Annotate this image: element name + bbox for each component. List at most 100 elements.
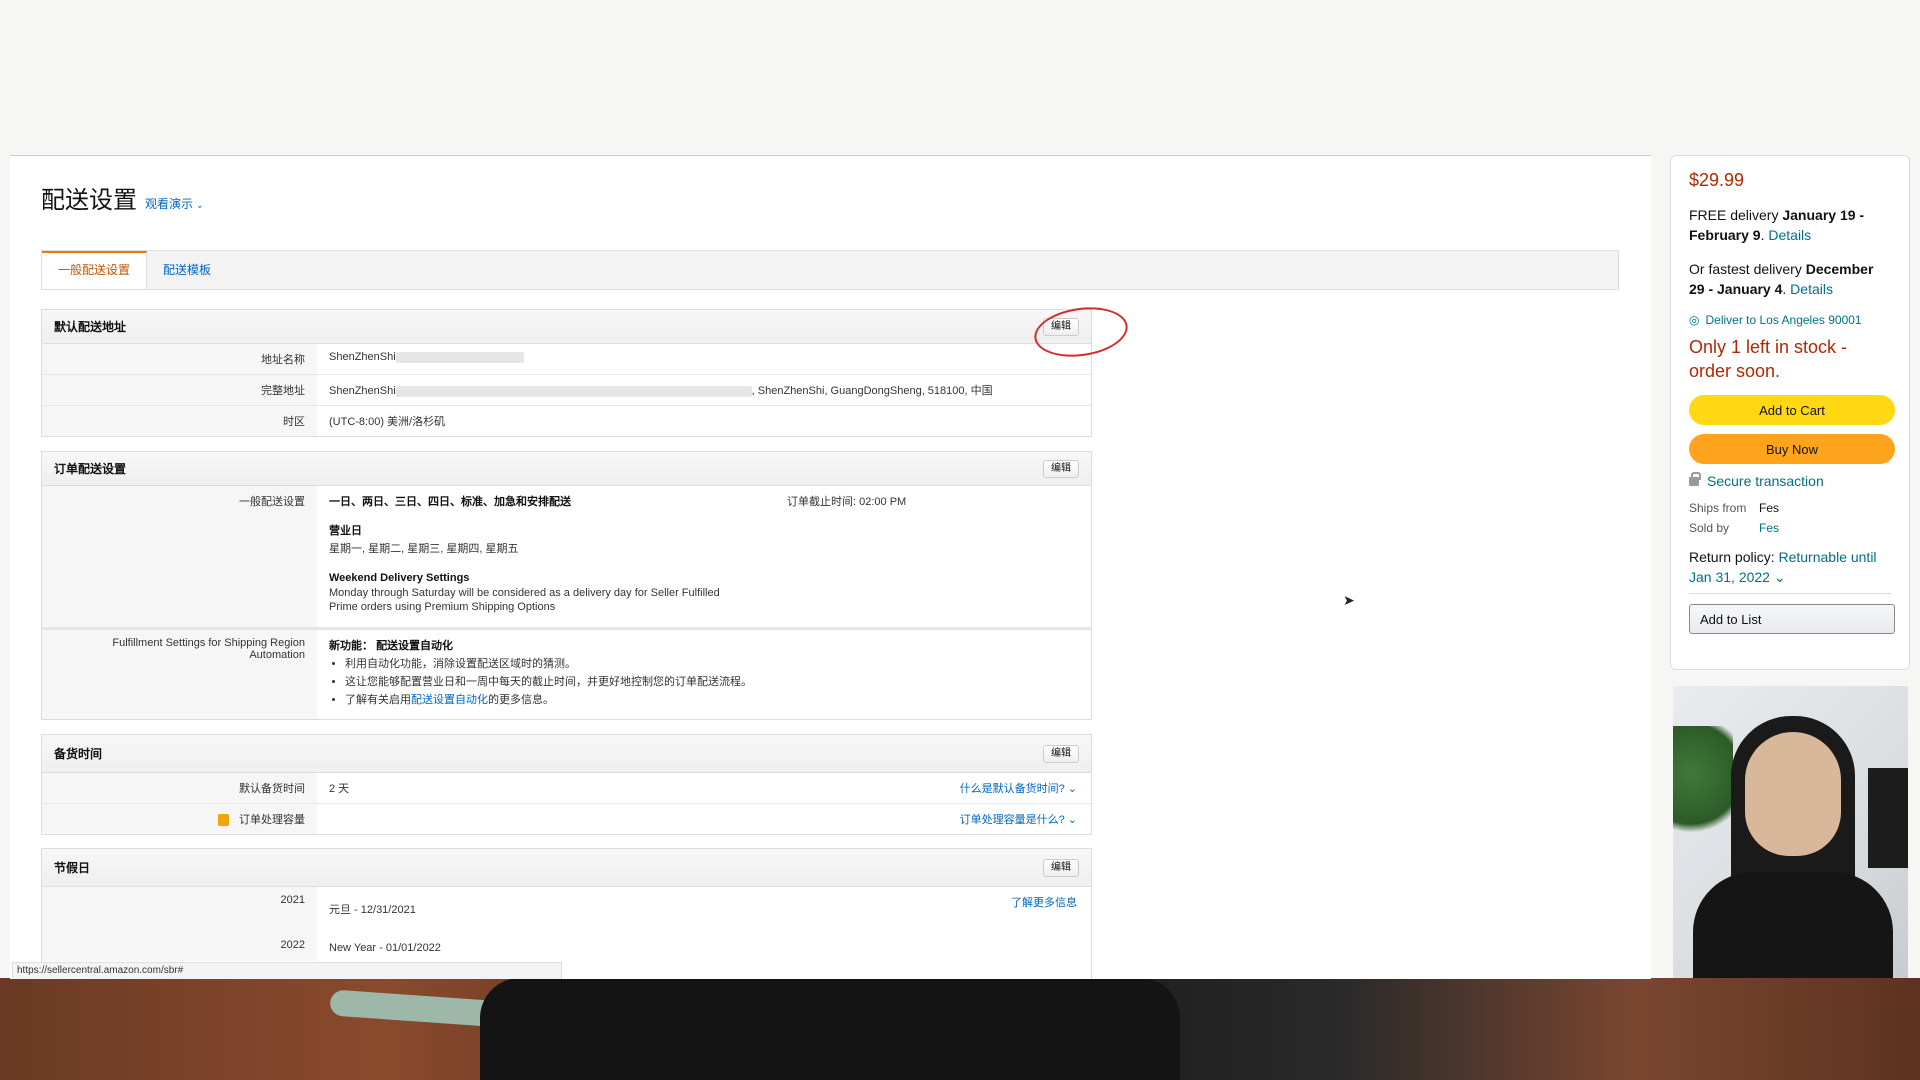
section-header: 备货时间 编辑 (42, 735, 1091, 773)
row-value: (UTC-8:00) 美洲/洛杉矶 (329, 416, 446, 428)
chevron-down-icon: ⌄ (196, 200, 204, 210)
row-label: 订单处理容量 (42, 804, 317, 834)
edit-handling-time-button[interactable]: 编辑 (1043, 745, 1079, 763)
section-title: 节假日 (54, 861, 91, 875)
edit-holidays-button[interactable]: 编辑 (1043, 859, 1079, 877)
presenter-face (1745, 732, 1841, 856)
webcam-overlay (1673, 686, 1908, 978)
plant (1673, 726, 1733, 846)
list-item: 了解有关启用配送设置自动化的更多信息。 (345, 691, 1079, 707)
shipping-types: 一日、两日、三日、四日、标准、加急和安排配送 (329, 496, 571, 508)
delivery-details-link[interactable]: Details (1768, 227, 1811, 243)
row-label: 默认备货时间 (42, 773, 317, 803)
chevron-down-icon: ⌄ (1067, 783, 1077, 795)
feature-list: 利用自动化功能，消除设置配送区域时的猜测。 这让您能够配置营业日和一周中每天的截… (329, 655, 1079, 707)
background-monitor (1868, 768, 1908, 868)
status-bar-url: https://sellercentral.amazon.com/sbr# (12, 962, 562, 979)
holidays-section: 节假日 编辑 2021 元旦 - 12/31/2021 了解更多信息 2022 N… (41, 848, 1092, 979)
row-label: 一般配送设置 (42, 486, 317, 627)
presenter-shirt (480, 978, 1180, 1080)
table-row: 2022 New Year - 01/01/2022 (42, 932, 1091, 961)
weekend-title: Weekend Delivery Settings (329, 572, 470, 584)
tab-shipping-templates[interactable]: 配送模板 (147, 251, 227, 289)
presenter-torso (1693, 872, 1893, 978)
table-row: 地址名称 ShenZhenShi (42, 344, 1091, 375)
section-title: 备货时间 (54, 747, 103, 761)
table-row: 完整地址 ShenZhenShi, ShenZhenShi, GuangDong… (42, 375, 1091, 406)
row-label: 2022 (42, 932, 317, 961)
row-label: 完整地址 (42, 375, 317, 405)
section-title: 订单配送设置 (54, 462, 127, 476)
lock-icon (1689, 471, 1701, 486)
edit-order-shipping-button[interactable]: 编辑 (1043, 460, 1079, 478)
table-row: 一般配送设置 一日、两日、三日、四日、标准、加急和安排配送 订单截止时间: 02… (42, 486, 1091, 628)
redacted-text (395, 351, 524, 363)
handling-time-help-link[interactable]: 什么是默认备货时间? ⌄ (960, 780, 1077, 796)
section-header: 默认配送地址 编辑 (42, 310, 1091, 344)
order-shipping-section: 订单配送设置 编辑 一般配送设置 一日、两日、三日、四日、标准、加急和安排配送 … (41, 451, 1092, 720)
row-label: 时区 (42, 406, 317, 436)
list-item: 利用自动化功能，消除设置配送区域时的猜测。 (345, 655, 1079, 671)
add-to-cart-button[interactable]: Add to Cart (1689, 395, 1895, 425)
stock-status: Only 1 left in stock - order soon. (1689, 337, 1848, 381)
deliver-to-link[interactable]: ◎ Deliver to Los Angeles 90001 (1689, 313, 1891, 327)
default-address-section: 默认配送地址 编辑 地址名称 ShenZhenShi 完整地址 ShenZhen… (41, 309, 1092, 437)
handling-time-section: 备货时间 编辑 默认备货时间 2 天什么是默认备货时间? ⌄ 订单处理容量 订单… (41, 734, 1092, 835)
business-days: 星期一, 星期二, 星期三, 星期四, 星期五 (329, 543, 519, 555)
section-header: 节假日 编辑 (42, 849, 1091, 887)
row-label: 地址名称 (42, 344, 317, 374)
row-value: ShenZhenShi (317, 344, 1091, 374)
holidays-learn-more-link[interactable]: 了解更多信息 (1011, 894, 1077, 910)
free-delivery-info: FREE delivery January 19 - February 9. D… (1689, 207, 1865, 243)
seller-central-page: 配送设置 观看演示 ⌄ 一般配送设置 配送模板 默认配送地址 编辑 地址名称 Sh… (10, 155, 1651, 979)
row-value: New Year - 01/01/2022 (329, 942, 441, 954)
fastest-details-link[interactable]: Details (1790, 281, 1833, 297)
buy-now-button[interactable]: Buy Now (1689, 434, 1895, 464)
ships-from-label: Ships from (1689, 501, 1747, 515)
secure-transaction-link[interactable]: Secure transaction (1689, 471, 1891, 489)
weekend-text: Prime orders using Premium Shipping Opti… (329, 601, 556, 613)
chevron-down-icon: ⌄ (1067, 814, 1077, 826)
row-value: 一日、两日、三日、四日、标准、加急和安排配送 订单截止时间: 02:00 PM … (317, 486, 1091, 627)
row-label: Fulfillment Settings for Shipping Region… (42, 630, 317, 719)
section-title: 默认配送地址 (54, 320, 127, 334)
row-value: 订单处理容量是什么? ⌄ (317, 804, 1091, 834)
order-capacity-help-link[interactable]: 订单处理容量是什么? ⌄ (960, 811, 1077, 827)
seller-info: Ships from Fes Sold by Fes (1689, 501, 1891, 535)
add-to-list-button[interactable]: Add to List (1689, 604, 1895, 634)
business-days-title: 营业日 (329, 525, 362, 537)
table-row: Fulfillment Settings for Shipping Region… (42, 628, 1091, 719)
new-feature-title: 新功能： 配送设置自动化 (329, 640, 454, 652)
return-policy: Return policy: Returnable until Jan 31, … (1689, 547, 1891, 594)
product-price: $29.99 (1689, 170, 1745, 190)
settings-tabs: 一般配送设置 配送模板 (41, 250, 1619, 290)
row-value: 新功能： 配送设置自动化 利用自动化功能，消除设置配送区域时的猜测。 这让您能够… (317, 630, 1091, 719)
sold-by-link[interactable]: Fes (1759, 521, 1891, 535)
table-row: 默认备货时间 2 天什么是默认备货时间? ⌄ (42, 773, 1091, 804)
fastest-delivery-info: Or fastest delivery December 29 - Januar… (1689, 261, 1874, 297)
location-pin-icon: ◎ (1689, 313, 1700, 327)
cutoff-time: 订单截止时间: 02:00 PM (787, 496, 907, 508)
page-title: 配送设置 (41, 187, 137, 214)
ships-from-value: Fes (1759, 501, 1780, 515)
watch-demo-link[interactable]: 观看演示 ⌄ (145, 195, 204, 212)
table-row: 时区 (UTC-8:00) 美洲/洛杉矶 (42, 406, 1091, 436)
amazon-buy-box: $29.99 FREE delivery January 19 - Februa… (1670, 155, 1910, 670)
new-badge-icon (218, 814, 229, 827)
table-row: 订单处理容量 订单处理容量是什么? ⌄ (42, 804, 1091, 834)
row-value: 元旦 - 12/31/2021 了解更多信息 (317, 887, 1091, 932)
mouse-cursor-icon: ➤ (1343, 592, 1355, 608)
tab-general-shipping[interactable]: 一般配送设置 (42, 251, 148, 289)
row-value: 2 天什么是默认备货时间? ⌄ (317, 773, 1091, 803)
redacted-text (395, 385, 752, 397)
sold-by-label: Sold by (1689, 521, 1730, 535)
table-row: 2021 元旦 - 12/31/2021 了解更多信息 (42, 887, 1091, 932)
section-header: 订单配送设置 编辑 (42, 452, 1091, 486)
weekend-text: Monday through Saturday will be consider… (329, 587, 720, 599)
chevron-down-icon: ⌄ (1773, 569, 1786, 585)
page-header: 配送设置 观看演示 ⌄ (41, 180, 204, 215)
desk-background (0, 978, 1920, 1080)
automation-link[interactable]: 配送设置自动化 (411, 694, 488, 706)
row-value: ShenZhenShi, ShenZhenShi, GuangDongSheng… (329, 385, 993, 397)
row-label: 2021 (42, 887, 317, 932)
